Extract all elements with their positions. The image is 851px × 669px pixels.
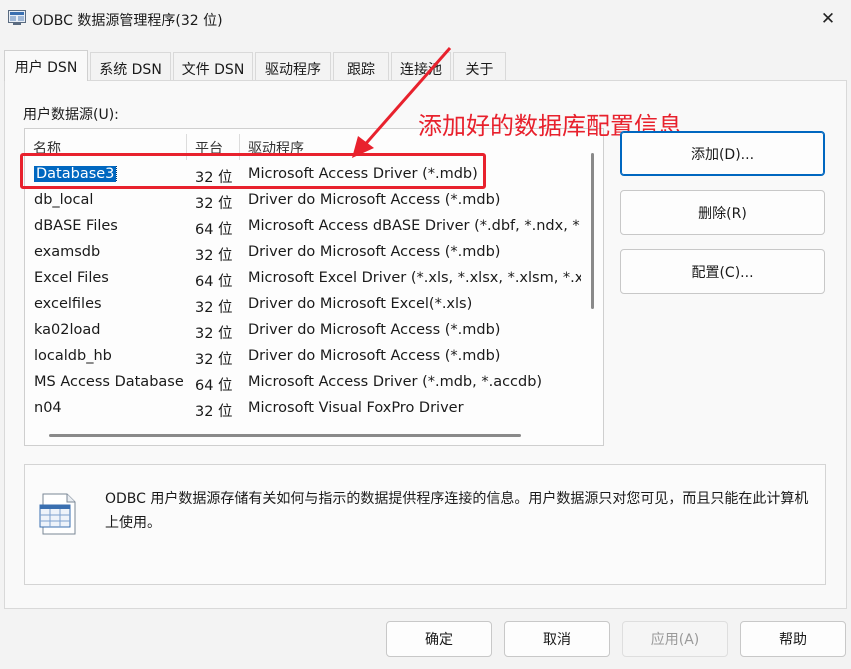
dsn-name: MS Access Database: [34, 374, 184, 390]
list-item[interactable]: examsdb 32 位 Driver do Microsoft Access …: [25, 240, 585, 266]
tab-label: 跟踪: [347, 62, 375, 78]
list-item[interactable]: n04 32 位 Microsoft Visual FoxPro Driver: [25, 396, 585, 422]
dsn-name: examsdb: [34, 244, 101, 260]
dsn-name: localdb_hb: [34, 348, 112, 364]
add-button[interactable]: 添加(D)...: [620, 131, 825, 176]
tab-label: 关于: [465, 62, 494, 78]
list-item[interactable]: localdb_hb 32 位 Driver do Microsoft Acce…: [25, 344, 585, 370]
tab-user-dsn[interactable]: 用户 DSN: [4, 50, 88, 81]
column-header-platform[interactable]: 平台: [187, 134, 240, 160]
tab-label: 驱动程序: [265, 62, 321, 78]
tab-label: 用户 DSN: [14, 60, 78, 76]
info-description: ODBC 用户数据源存储有关如何与指示的数据提供程序连接的信息。用户数据源只对您…: [105, 491, 809, 531]
tab-drivers[interactable]: 驱动程序: [255, 52, 331, 81]
dsn-driver: Driver do Microsoft Access (*.mdb): [248, 244, 501, 260]
dsn-platform: 32 位: [195, 196, 233, 212]
dsn-driver: Driver do Microsoft Access (*.mdb): [248, 348, 501, 364]
dsn-name: Database3: [34, 166, 118, 182]
data-source-icon: [39, 493, 79, 535]
tab-label: 文件 DSN: [181, 62, 245, 78]
dsn-driver: Microsoft Access dBASE Driver (*.dbf, *.…: [248, 218, 581, 234]
dsn-name: excelfiles: [34, 296, 102, 312]
remove-button[interactable]: 删除(R): [620, 190, 825, 235]
list-item[interactable]: Excel Files 64 位 Microsoft Excel Driver …: [25, 266, 585, 292]
dsn-driver: Driver do Microsoft Excel(*.xls): [248, 296, 473, 312]
dsn-platform: 32 位: [195, 170, 233, 186]
dsn-name: db_local: [34, 192, 94, 208]
dsn-driver: Microsoft Access Driver (*.mdb, *.accdb): [248, 374, 543, 390]
column-header-label: 驱动程序: [248, 141, 304, 157]
list-item[interactable]: Database3 32 位 Microsoft Access Driver (…: [25, 162, 585, 188]
tab-label: 连接池: [400, 62, 442, 78]
dsn-name: dBASE Files: [34, 218, 118, 234]
tab-connection-pooling[interactable]: 连接池: [391, 52, 451, 81]
help-button-label: 帮助: [779, 632, 807, 648]
info-panel: ODBC 用户数据源存储有关如何与指示的数据提供程序连接的信息。用户数据源只对您…: [24, 464, 826, 585]
list-item[interactable]: db_local 32 位 Driver do Microsoft Access…: [25, 188, 585, 214]
help-button[interactable]: 帮助: [740, 621, 846, 657]
tab-tracing[interactable]: 跟踪: [333, 52, 389, 81]
window-title: ODBC 数据源管理程序(32 位): [32, 13, 223, 29]
dsn-platform: 32 位: [195, 300, 233, 316]
user-data-sources-label: 用户数据源(U):: [23, 107, 119, 123]
dsn-driver: Driver do Microsoft Access (*.mdb): [248, 322, 501, 338]
remove-button-label: 删除(R): [698, 205, 747, 222]
tab-about[interactable]: 关于: [453, 52, 506, 81]
dsn-platform: 64 位: [195, 222, 233, 238]
column-header-label: 名称: [33, 141, 61, 157]
dsn-platform: 32 位: [195, 404, 233, 420]
list-item[interactable]: ka02load 32 位 Driver do Microsoft Access…: [25, 318, 585, 344]
list-item[interactable]: dBASE Files 64 位 Microsoft Access dBASE …: [25, 214, 585, 240]
tab-system-dsn[interactable]: 系统 DSN: [90, 52, 171, 81]
horizontal-scrollbar[interactable]: [49, 434, 521, 437]
column-header-name[interactable]: 名称: [25, 134, 187, 160]
tab-file-dsn[interactable]: 文件 DSN: [173, 52, 253, 81]
close-icon: ✕: [820, 9, 836, 29]
dsn-driver: Microsoft Access Driver (*.mdb): [248, 166, 478, 182]
dsn-driver: Microsoft Visual FoxPro Driver: [248, 400, 464, 416]
dsn-name: Excel Files: [34, 270, 109, 286]
column-header-label: 平台: [195, 141, 223, 157]
close-button[interactable]: ✕: [805, 0, 851, 38]
vertical-scrollbar[interactable]: [591, 153, 594, 309]
dsn-platform: 32 位: [195, 326, 233, 342]
list-item[interactable]: excelfiles 32 位 Driver do Microsoft Exce…: [25, 292, 585, 318]
cancel-button[interactable]: 取消: [504, 621, 610, 657]
dsn-name: n04: [34, 400, 62, 416]
ok-button[interactable]: 确定: [386, 621, 492, 657]
cancel-button-label: 取消: [543, 632, 571, 648]
dsn-name: ka02load: [34, 322, 101, 338]
configure-button-label: 配置(C)...: [691, 264, 754, 281]
title-bar: ODBC 数据源管理程序(32 位) ✕: [0, 0, 851, 40]
ok-button-label: 确定: [425, 632, 453, 648]
dsn-platform: 32 位: [195, 248, 233, 264]
apply-button-label: 应用(A): [650, 632, 700, 648]
user-data-sources-list[interactable]: 名称 平台 驱动程序 Database3 32 位 Microsoft Acce…: [24, 128, 604, 446]
dsn-driver: Microsoft Excel Driver (*.xls, *.xlsx, *…: [248, 270, 581, 286]
dsn-platform: 64 位: [195, 378, 233, 394]
add-button-label: 添加(D)...: [690, 146, 755, 163]
dsn-driver: Driver do Microsoft Access (*.mdb): [248, 192, 501, 208]
configure-button[interactable]: 配置(C)...: [620, 249, 825, 294]
dsn-platform: 64 位: [195, 274, 233, 290]
apply-button[interactable]: 应用(A): [622, 621, 728, 657]
tab-label: 系统 DSN: [99, 62, 162, 78]
dsn-platform: 32 位: [195, 352, 233, 368]
odbc-app-icon: [8, 10, 26, 26]
list-item[interactable]: MS Access Database 64 位 Microsoft Access…: [25, 370, 585, 396]
